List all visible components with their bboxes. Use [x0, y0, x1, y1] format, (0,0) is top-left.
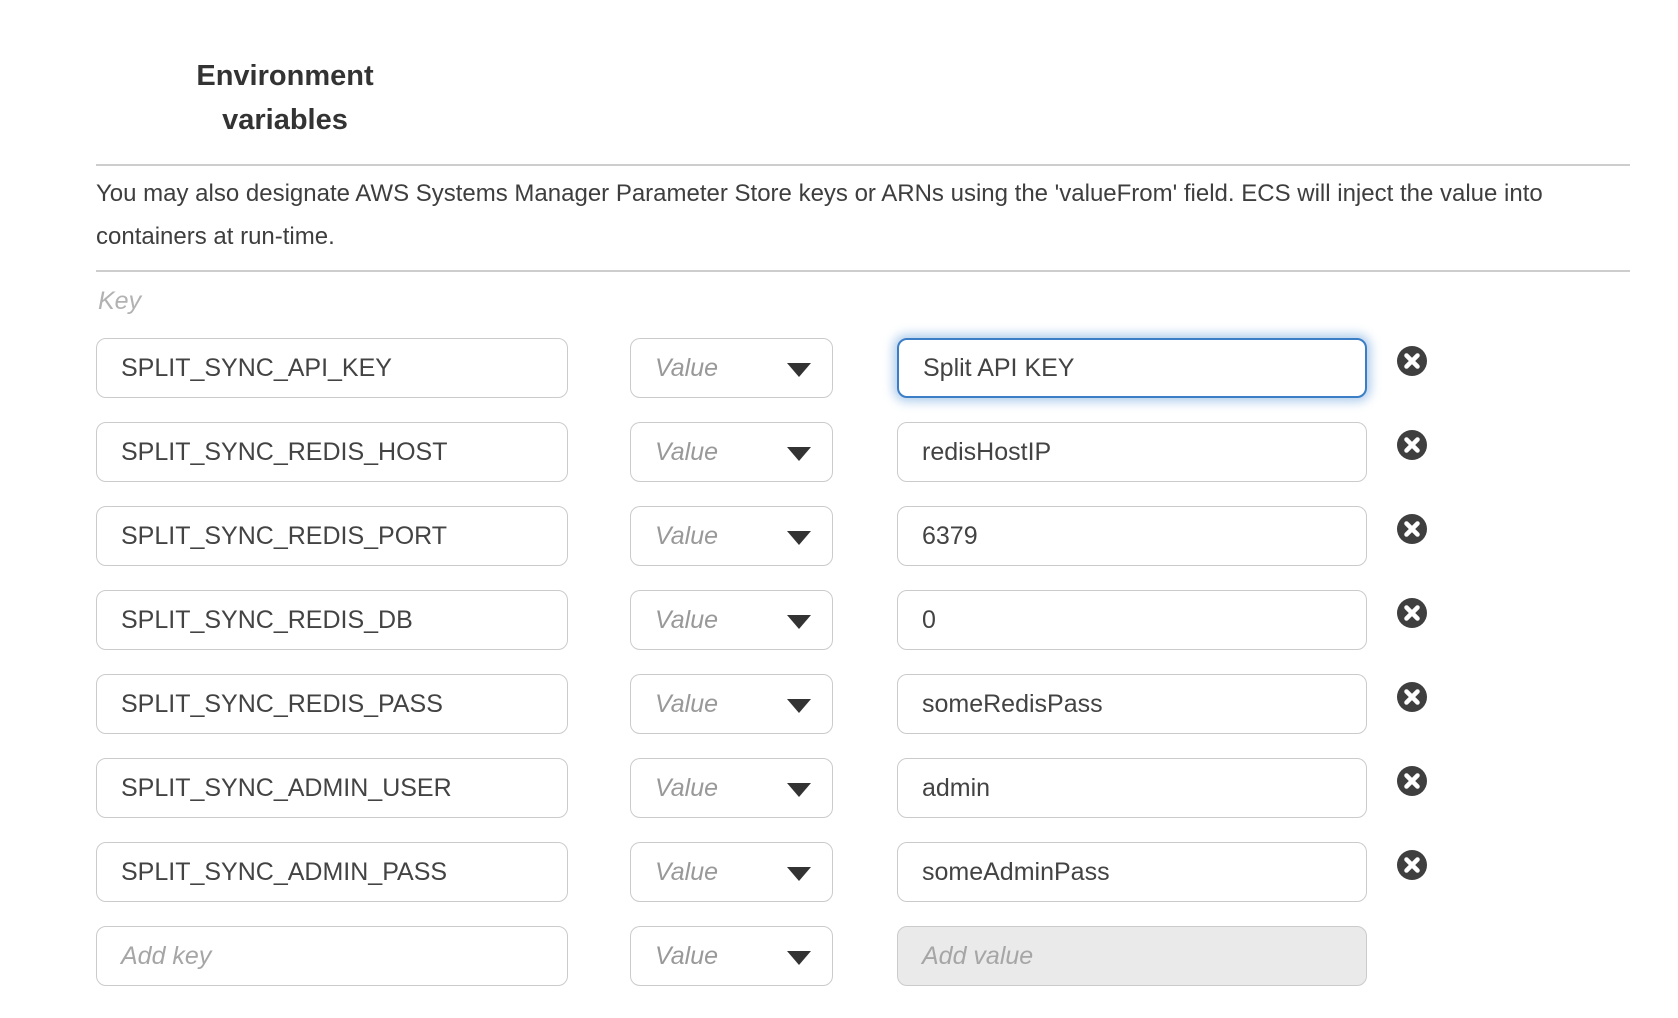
env-value-input[interactable]: Split API KEY: [897, 338, 1367, 398]
chevron-down-icon: [787, 447, 811, 461]
remove-row-button[interactable]: [1397, 850, 1427, 880]
value-type-dropdown[interactable]: Value: [630, 758, 833, 818]
remove-row-button[interactable]: [1397, 514, 1427, 544]
section-title-line2: variables: [140, 98, 430, 142]
x-circle-icon: [1397, 346, 1427, 376]
env-key-text: Add key: [121, 942, 211, 971]
section-title: Environment variables: [140, 54, 430, 142]
env-value-input[interactable]: 0: [897, 590, 1367, 650]
env-key-text: SPLIT_SYNC_ADMIN_PASS: [121, 858, 447, 887]
env-value-text: 6379: [922, 522, 978, 551]
env-value-input[interactable]: someRedisPass: [897, 674, 1367, 734]
env-value-text: someRedisPass: [922, 690, 1103, 719]
help-text: You may also designate AWS Systems Manag…: [96, 172, 1630, 258]
chevron-down-icon: [787, 699, 811, 713]
top-divider: [96, 164, 1630, 166]
env-var-row: SPLIT_SYNC_REDIS_PASS Value someRedisPas…: [96, 674, 1536, 734]
env-key-input[interactable]: SPLIT_SYNC_REDIS_PASS: [96, 674, 568, 734]
x-circle-icon: [1397, 682, 1427, 712]
value-type-label: Value: [655, 606, 718, 635]
value-type-label: Value: [655, 354, 718, 383]
env-value-input[interactable]: admin: [897, 758, 1367, 818]
bottom-divider: [96, 270, 1630, 272]
env-value-input[interactable]: 6379: [897, 506, 1367, 566]
env-key-text: SPLIT_SYNC_REDIS_PASS: [121, 690, 443, 719]
env-value-input[interactable]: Add value: [897, 926, 1367, 986]
env-var-row: Add key Value Add value: [96, 926, 1536, 986]
chevron-down-icon: [787, 615, 811, 629]
chevron-down-icon: [787, 951, 811, 965]
value-type-label: Value: [655, 858, 718, 887]
env-key-input[interactable]: SPLIT_SYNC_REDIS_PORT: [96, 506, 568, 566]
remove-row-button[interactable]: [1397, 766, 1427, 796]
env-value-input[interactable]: someAdminPass: [897, 842, 1367, 902]
env-value-text: redisHostIP: [922, 438, 1051, 467]
x-circle-icon: [1397, 430, 1427, 460]
value-type-dropdown[interactable]: Value: [630, 422, 833, 482]
env-key-text: SPLIT_SYNC_REDIS_PORT: [121, 522, 447, 551]
x-circle-icon: [1397, 598, 1427, 628]
env-key-text: SPLIT_SYNC_ADMIN_USER: [121, 774, 452, 803]
section-title-line1: Environment: [140, 54, 430, 98]
value-type-label: Value: [655, 942, 718, 971]
env-key-text: SPLIT_SYNC_API_KEY: [121, 354, 392, 383]
remove-row-button[interactable]: [1397, 430, 1427, 460]
value-type-dropdown[interactable]: Value: [630, 926, 833, 986]
env-value-text: Split API KEY: [923, 354, 1074, 383]
env-var-row: SPLIT_SYNC_REDIS_HOST Value redisHostIP: [96, 422, 1536, 482]
value-type-dropdown[interactable]: Value: [630, 590, 833, 650]
x-circle-icon: [1397, 850, 1427, 880]
remove-row-button[interactable]: [1397, 346, 1427, 376]
env-value-text: admin: [922, 774, 990, 803]
env-value-text: someAdminPass: [922, 858, 1110, 887]
env-key-input[interactable]: Add key: [96, 926, 568, 986]
x-circle-icon: [1397, 514, 1427, 544]
env-var-row: SPLIT_SYNC_ADMIN_USER Value admin: [96, 758, 1536, 818]
chevron-down-icon: [787, 867, 811, 881]
env-value-text: Add value: [922, 942, 1033, 971]
env-key-text: SPLIT_SYNC_REDIS_DB: [121, 606, 413, 635]
value-type-dropdown[interactable]: Value: [630, 674, 833, 734]
chevron-down-icon: [787, 783, 811, 797]
value-type-label: Value: [655, 774, 718, 803]
chevron-down-icon: [787, 531, 811, 545]
env-rows: SPLIT_SYNC_API_KEY Value Split API KEY S…: [96, 338, 1536, 1010]
env-value-text: 0: [922, 606, 936, 635]
key-column-label: Key: [98, 287, 141, 316]
x-circle-icon: [1397, 766, 1427, 796]
env-var-row: SPLIT_SYNC_API_KEY Value Split API KEY: [96, 338, 1536, 398]
env-var-row: SPLIT_SYNC_REDIS_PORT Value 6379: [96, 506, 1536, 566]
value-type-label: Value: [655, 438, 718, 467]
env-var-row: SPLIT_SYNC_ADMIN_PASS Value someAdminPas…: [96, 842, 1536, 902]
env-key-text: SPLIT_SYNC_REDIS_HOST: [121, 438, 448, 467]
env-key-input[interactable]: SPLIT_SYNC_API_KEY: [96, 338, 568, 398]
env-key-input[interactable]: SPLIT_SYNC_REDIS_DB: [96, 590, 568, 650]
env-key-input[interactable]: SPLIT_SYNC_ADMIN_PASS: [96, 842, 568, 902]
env-key-input[interactable]: SPLIT_SYNC_REDIS_HOST: [96, 422, 568, 482]
env-value-input[interactable]: redisHostIP: [897, 422, 1367, 482]
remove-row-button[interactable]: [1397, 682, 1427, 712]
value-type-dropdown[interactable]: Value: [630, 338, 833, 398]
remove-row-button[interactable]: [1397, 598, 1427, 628]
env-key-input[interactable]: SPLIT_SYNC_ADMIN_USER: [96, 758, 568, 818]
value-type-dropdown[interactable]: Value: [630, 842, 833, 902]
chevron-down-icon: [787, 363, 811, 377]
value-type-dropdown[interactable]: Value: [630, 506, 833, 566]
env-var-row: SPLIT_SYNC_REDIS_DB Value 0: [96, 590, 1536, 650]
value-type-label: Value: [655, 522, 718, 551]
value-type-label: Value: [655, 690, 718, 719]
